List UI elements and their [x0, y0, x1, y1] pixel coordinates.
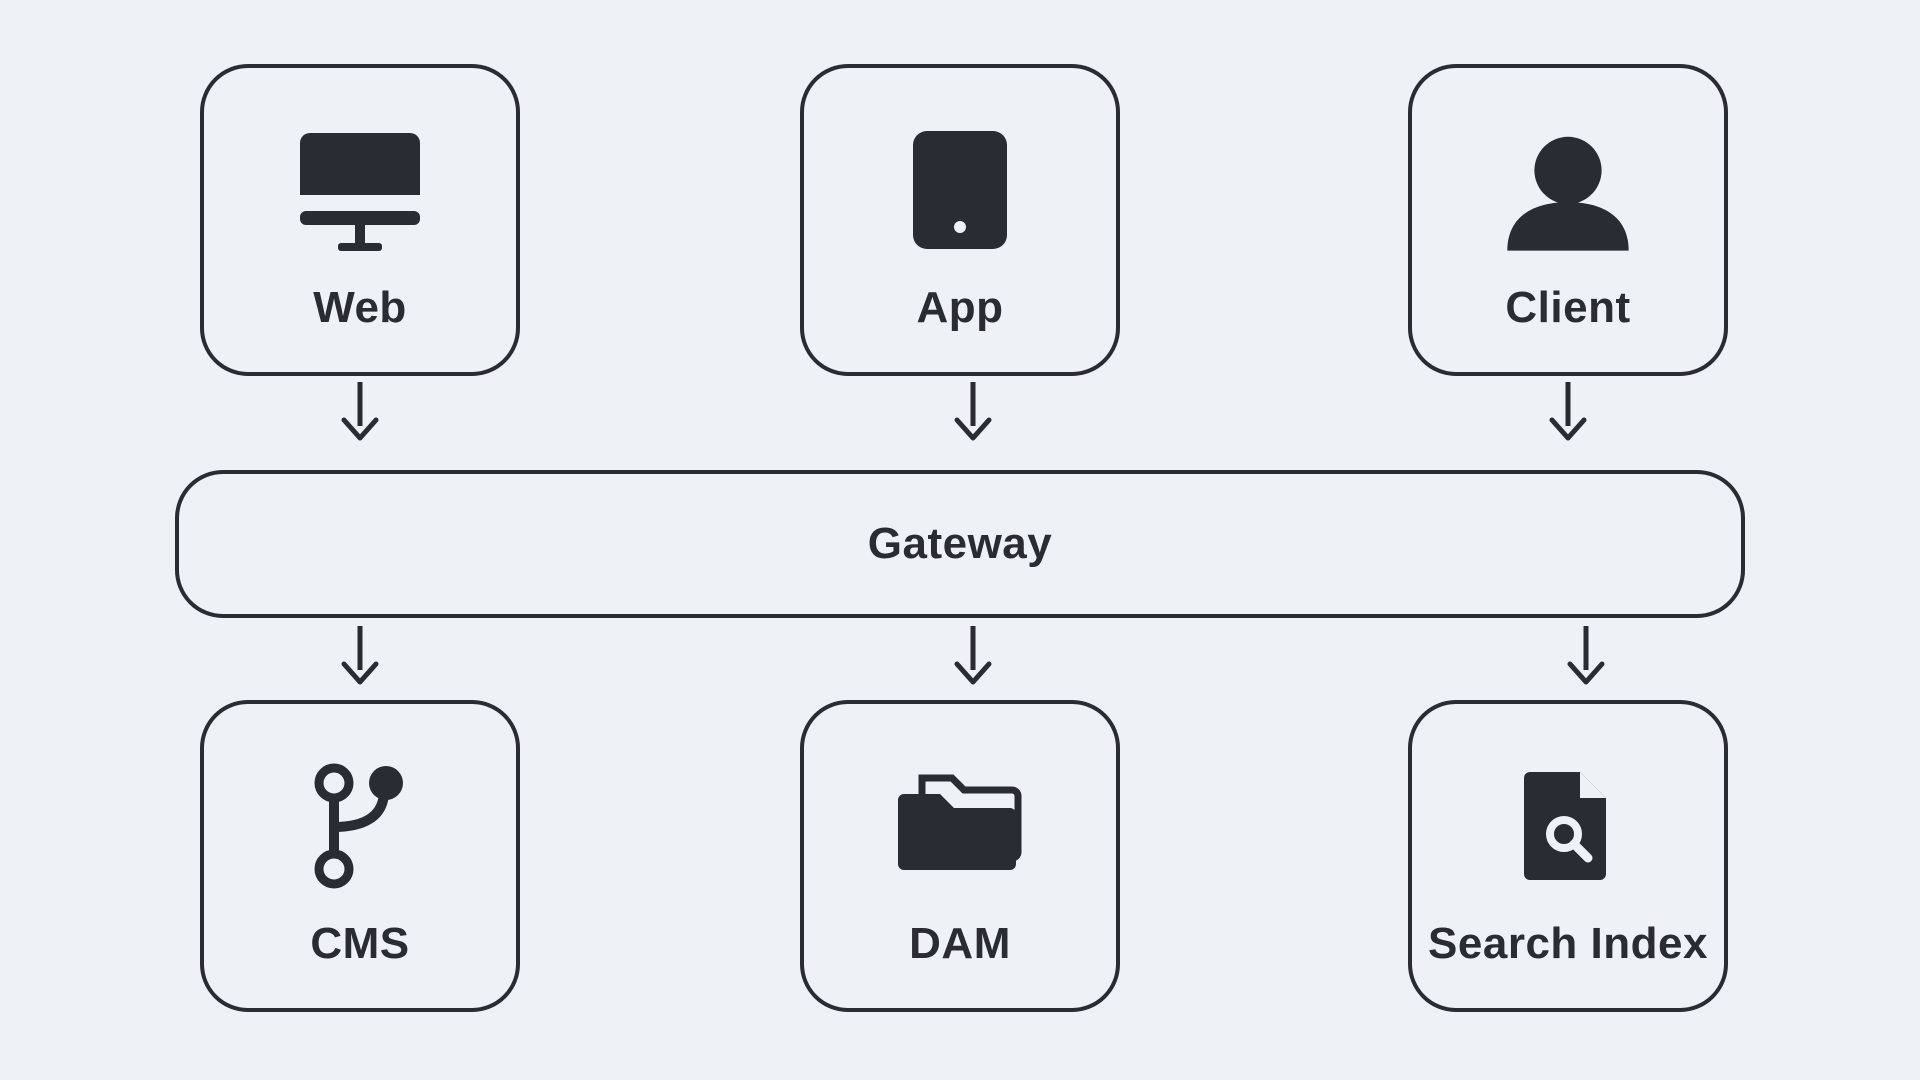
- file-search-icon: [1498, 761, 1638, 891]
- node-cms-label: CMS: [310, 919, 409, 969]
- node-web-label: Web: [313, 283, 407, 333]
- node-search-index: Search Index: [1408, 700, 1728, 1012]
- node-gateway-label: Gateway: [868, 519, 1052, 569]
- arrow-down-icon: [1562, 624, 1610, 684]
- tablet-icon: [890, 125, 1030, 255]
- arrow-down-icon: [949, 624, 997, 684]
- node-dam-label: DAM: [909, 919, 1011, 969]
- branch-icon: [290, 761, 430, 891]
- node-client-label: Client: [1505, 283, 1630, 333]
- node-cms: CMS: [200, 700, 520, 1012]
- monitor-icon: [290, 125, 430, 255]
- node-web: Web: [200, 64, 520, 376]
- arrow-down-icon: [336, 624, 384, 684]
- diagram-canvas: Web App Client Gateway: [0, 0, 1920, 1080]
- folders-icon: [890, 761, 1030, 891]
- node-app-label: App: [916, 283, 1003, 333]
- node-search-index-label: Search Index: [1428, 919, 1708, 969]
- arrow-down-icon: [949, 380, 997, 440]
- node-client: Client: [1408, 64, 1728, 376]
- arrow-down-icon: [1544, 380, 1592, 440]
- node-gateway: Gateway: [175, 470, 1745, 618]
- arrow-down-icon: [336, 380, 384, 440]
- node-dam: DAM: [800, 700, 1120, 1012]
- user-icon: [1498, 125, 1638, 255]
- node-app: App: [800, 64, 1120, 376]
